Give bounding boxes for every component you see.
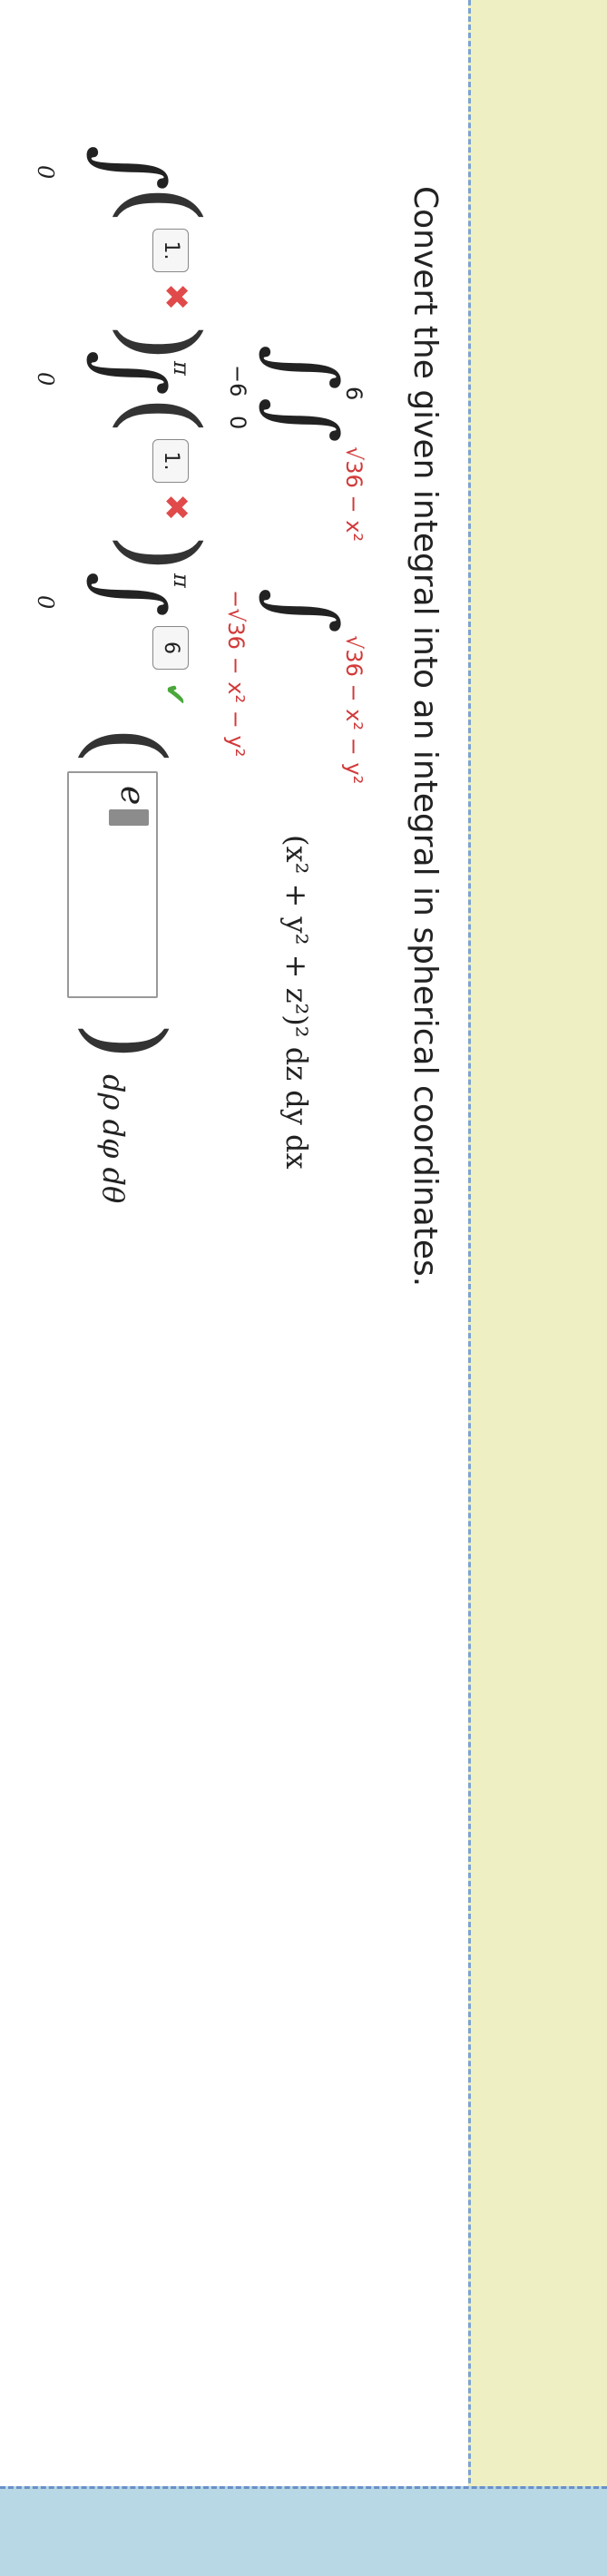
phi-upper-answer-input[interactable]: 1.	[152, 439, 189, 483]
rho-lower-limit: 0	[33, 595, 58, 610]
middle-lower-limit: 0	[225, 416, 250, 430]
right-background-band	[0, 2486, 607, 2576]
integrand-close-paren: )	[70, 1022, 186, 1061]
text-cursor	[109, 809, 149, 826]
theta-integral-sign: ∫	[82, 145, 183, 191]
cartesian-integral: ∫ 6 −6 ∫ √36 − x² 0 ∫ √36 − x² − y² −√36…	[212, 345, 367, 1615]
check-mark-icon: ✔	[158, 682, 192, 707]
rho-upper-answer-input[interactable]: 6	[152, 626, 189, 670]
x-mark-icon: ✖	[157, 494, 194, 522]
spherical-integral: ∫ 0 ( 1. ✖ ) π ∫ 0 ( 1. ✖ ) π ∫ 0 6 ✔ ( …	[22, 145, 220, 1506]
integrand-answer-input[interactable]: e	[67, 771, 158, 998]
middle-upper-limit: √36 − x²	[341, 446, 367, 543]
outer-lower-limit: −6	[225, 365, 250, 397]
phi-lower-limit: 0	[33, 372, 58, 387]
question-text: Convert the given integral into an integ…	[406, 186, 444, 1288]
cartesian-integrand: (x² + y² + z²)² dz dy dx	[279, 835, 314, 1170]
theta-open-paren: (	[104, 185, 220, 224]
top-background-band	[468, 0, 607, 2573]
inner-upper-limit: √36 − x² − y²	[341, 635, 367, 785]
phi-open-paren: (	[104, 396, 220, 435]
differentials: dρ dφ dθ	[96, 1074, 131, 1204]
rho-integral-sign: ∫	[82, 572, 183, 618]
outer-integral-sign: ∫	[254, 345, 356, 391]
inner-integral-sign: ∫	[254, 588, 356, 634]
phi-close-paren: )	[104, 534, 220, 573]
inner-lower-limit: −√36 − x² − y²	[223, 590, 249, 758]
middle-integral-sign: ∫	[254, 397, 356, 444]
phi-integral-sign: ∫	[82, 350, 183, 397]
theta-upper-answer-input[interactable]: 1.	[152, 229, 189, 272]
integrand-answer-value: e	[113, 786, 151, 806]
page-frame: Convert the given integral into an integ…	[0, 0, 607, 2576]
integrand-open-paren: (	[70, 726, 186, 765]
theta-lower-limit: 0	[33, 165, 58, 180]
x-mark-icon: ✖	[157, 283, 194, 311]
